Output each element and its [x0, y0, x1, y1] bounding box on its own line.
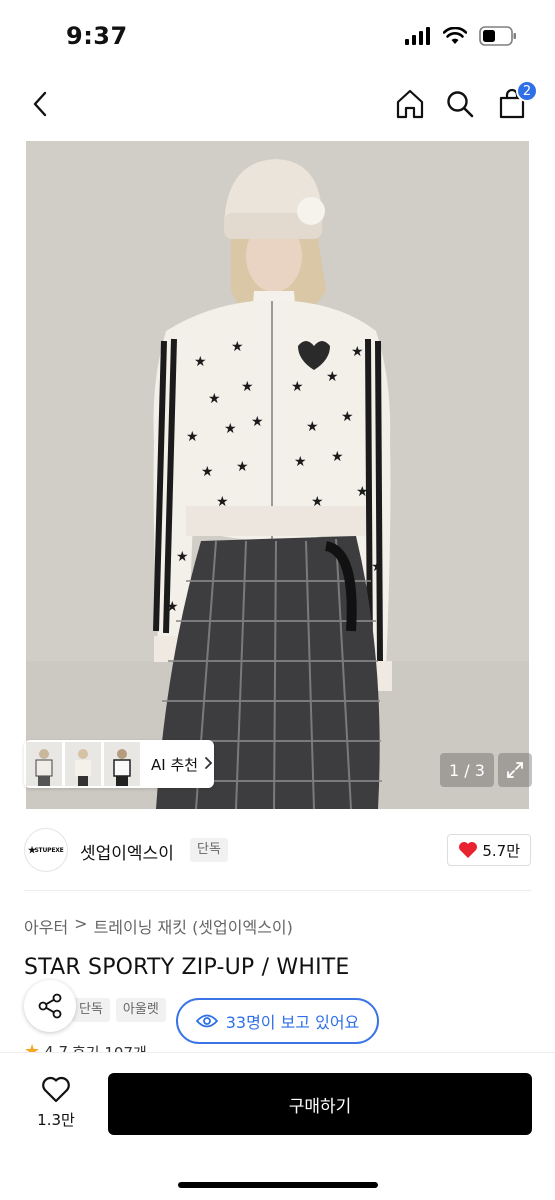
svg-text:★: ★: [341, 409, 354, 425]
home-button[interactable]: [390, 84, 430, 124]
wifi-icon: [442, 26, 468, 49]
svg-text:★: ★: [356, 484, 369, 500]
cart-badge: 2: [516, 80, 538, 102]
ai-thumbnail: [104, 742, 140, 786]
expand-icon: [507, 762, 523, 778]
svg-text:★: ★: [194, 354, 207, 370]
share-icon: [38, 993, 62, 1019]
svg-text:★: ★: [291, 379, 304, 395]
svg-text:★: ★: [166, 599, 179, 615]
image-pager: 1 / 3: [440, 753, 494, 787]
battery-icon: [479, 26, 517, 50]
divider: [24, 890, 531, 891]
svg-text:★: ★: [294, 454, 307, 470]
home-indicator: [178, 1182, 378, 1188]
heart-outline-icon: [42, 1076, 70, 1103]
search-icon: [447, 91, 474, 118]
svg-text:★: ★: [331, 449, 344, 465]
svg-text:★: ★: [241, 379, 254, 395]
cart-button[interactable]: 2: [492, 80, 538, 124]
product-title: STAR SPORTY ZIP-UP / WHITE: [24, 955, 350, 980]
wishlist-button[interactable]: 1.3만: [28, 1075, 84, 1135]
svg-text:★: ★: [176, 549, 189, 565]
viewers-badge[interactable]: 33명이 보고 있어요: [176, 998, 379, 1044]
svg-text:★: ★: [351, 344, 364, 360]
svg-text:★: ★: [186, 429, 199, 445]
bottom-action-bar: 1.3만 구매하기: [0, 1052, 555, 1200]
ai-thumbnail: [65, 742, 101, 786]
ai-recommendation-button[interactable]: AI 추천: [24, 740, 214, 788]
svg-text:★: ★: [224, 421, 237, 437]
status-time: 9:37: [66, 22, 128, 50]
tag-exclusive: 단독: [72, 998, 110, 1022]
wishlist-count: 1.3만: [37, 1111, 75, 1129]
ai-recommendation-label: AI 추천: [151, 755, 199, 774]
eye-icon: [195, 1014, 218, 1028]
svg-text:★: ★: [326, 369, 339, 385]
breadcrumb-subcategory[interactable]: 트레이닝 재킷 (셋업이엑스이): [94, 914, 293, 938]
signal-icon: [405, 27, 431, 49]
top-nav: 2: [0, 76, 555, 136]
back-button[interactable]: [20, 84, 60, 124]
svg-text:★: ★: [251, 414, 264, 430]
svg-text:★: ★: [231, 339, 244, 355]
brand-row: ★ STUPEXE 셋업이엑스이 단독 5.7만: [24, 826, 531, 874]
product-photo-illustration: ★★ ★★ ★ ★ ★★ ★★ ★★ ★★ ★★ ★★ ★★ ★★: [26, 141, 529, 809]
breadcrumb-category[interactable]: 아우터: [24, 914, 68, 938]
breadcrumb-separator: >: [74, 914, 88, 933]
product-tags: 단독 아울렛: [72, 998, 166, 1022]
expand-image-button[interactable]: [498, 753, 532, 787]
breadcrumb: 아우터 > 트레이닝 재킷 (셋업이엑스이): [24, 914, 293, 938]
svg-text:★: ★: [201, 464, 214, 480]
home-icon: [396, 89, 424, 119]
like-count: 5.7만: [482, 841, 520, 860]
viewers-text: 33명이 보고 있어요: [225, 1013, 360, 1032]
svg-text:★: ★: [236, 459, 249, 475]
product-image[interactable]: ★ ★ ★ ★ ★ ★ ★ ★ ★ ★ ★ ★ ★ ★ ★ ★ ★ ★ ★ ★ ★ ★: [26, 141, 529, 809]
buy-button[interactable]: 구매하기: [108, 1073, 532, 1135]
status-icons: [405, 26, 517, 50]
brand-like-button[interactable]: 5.7만: [447, 834, 531, 866]
search-button[interactable]: [440, 84, 480, 124]
status-bar: 9:37: [0, 0, 555, 76]
svg-text:★: ★: [208, 391, 221, 407]
svg-text:★: ★: [371, 559, 384, 575]
brand-name[interactable]: 셋업이엑스이: [80, 839, 174, 864]
exclusive-tag: 단독: [190, 838, 228, 862]
brand-logo[interactable]: ★ STUPEXE: [24, 828, 68, 872]
tag-outlet: 아울렛: [115, 998, 166, 1022]
heart-filled-icon: [459, 842, 478, 858]
svg-text:★: ★: [306, 419, 319, 435]
back-arrow-icon: [33, 91, 47, 117]
chevron-right-icon: [204, 755, 213, 774]
ai-thumbnail: [26, 742, 62, 786]
share-button[interactable]: [24, 980, 76, 1032]
brand-logo-text: STUPEXE: [34, 846, 64, 854]
